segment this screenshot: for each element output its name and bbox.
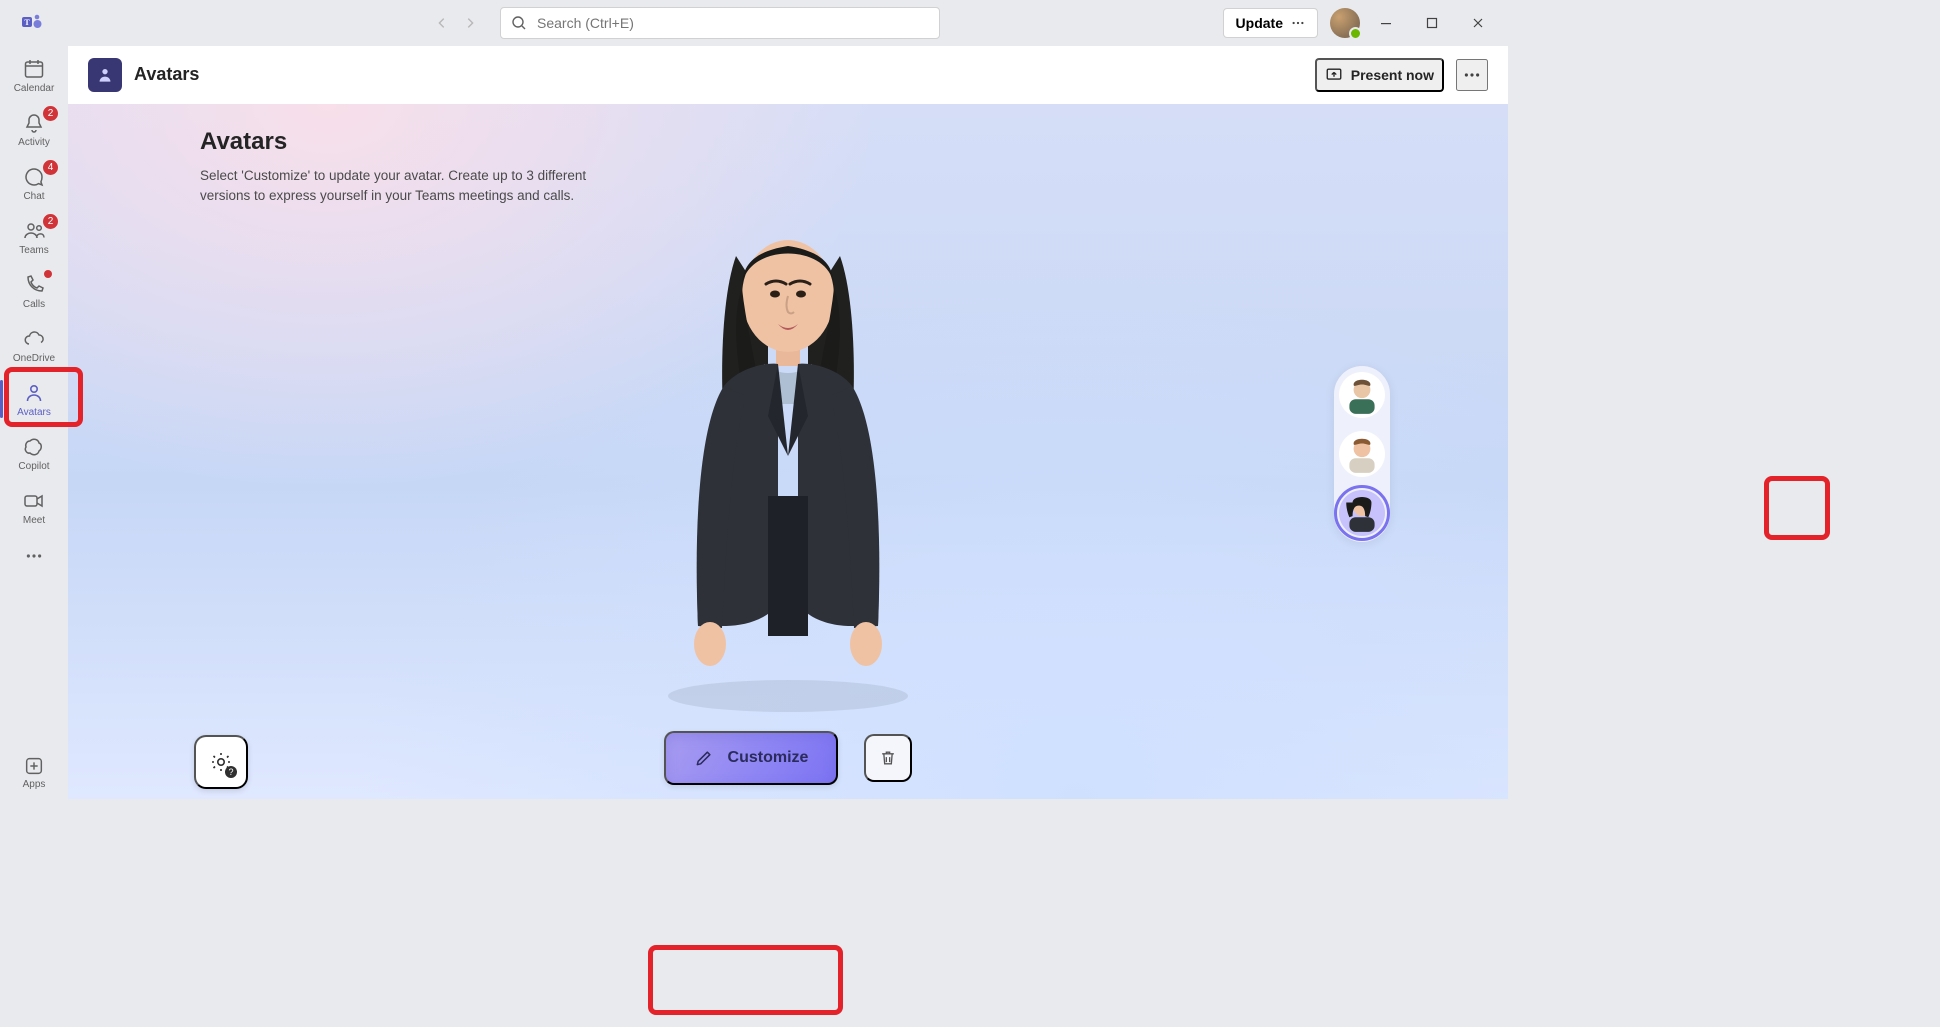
app-shell: Calendar 2 Activity 4 Chat 2 Teams xyxy=(0,46,1508,799)
window-maximize-button[interactable] xyxy=(1412,8,1452,38)
rail-label: Activity xyxy=(18,137,50,148)
title-bar-right: Update xyxy=(1223,8,1502,38)
rail-label: Copilot xyxy=(18,461,49,472)
back-button[interactable] xyxy=(428,9,456,37)
rail-item-calendar[interactable]: Calendar xyxy=(0,48,68,102)
apps-plus-icon xyxy=(23,755,45,777)
canvas-heading: Avatars xyxy=(200,128,620,156)
pencil-icon xyxy=(694,748,714,768)
annotation-highlight xyxy=(1764,476,1830,540)
trash-icon xyxy=(878,748,898,768)
rail-item-avatars[interactable]: Avatars xyxy=(0,372,68,426)
rail-label: Teams xyxy=(19,245,48,256)
rail-label: Meet xyxy=(23,515,45,526)
avatar-preview xyxy=(628,196,948,716)
rail-label: Apps xyxy=(23,779,46,790)
present-now-button[interactable]: Present now xyxy=(1315,58,1444,92)
title-bar: T Update xyxy=(0,0,1508,46)
avatars-app-tile-icon xyxy=(88,58,122,92)
page-header: Avatars Present now xyxy=(68,46,1508,104)
rail-item-activity[interactable]: 2 Activity xyxy=(0,102,68,156)
rail-label: Calendar xyxy=(14,83,55,94)
avatar-thumb-1[interactable] xyxy=(1339,372,1385,418)
rail-label: Calls xyxy=(23,299,45,310)
window-close-button[interactable] xyxy=(1458,8,1498,38)
update-button[interactable]: Update xyxy=(1223,8,1318,38)
customize-label: Customize xyxy=(728,749,809,767)
person-icon xyxy=(22,381,46,405)
profile-avatar[interactable] xyxy=(1330,8,1360,38)
canvas-description: Select 'Customize' to update your avatar… xyxy=(200,166,620,205)
badge: 2 xyxy=(43,214,58,229)
status-available-icon xyxy=(1349,27,1362,40)
avatars-canvas: Avatars Select 'Customize' to update you… xyxy=(68,104,1508,799)
rail-item-onedrive[interactable]: OneDrive xyxy=(0,318,68,372)
svg-text:T: T xyxy=(24,18,30,27)
avatar-thumb-2[interactable] xyxy=(1339,431,1385,477)
rail-label: OneDrive xyxy=(13,353,55,364)
rail-item-copilot[interactable]: Copilot xyxy=(0,426,68,480)
badge: 2 xyxy=(43,106,58,121)
rail-item-calls[interactable]: Calls xyxy=(0,264,68,318)
search-icon xyxy=(511,15,527,31)
cloud-icon xyxy=(22,327,46,351)
main-surface: Avatars Present now Avatars Select 'Cust… xyxy=(68,46,1508,799)
bottom-actions: Customize xyxy=(68,731,1508,785)
copilot-icon xyxy=(22,435,46,459)
calendar-icon xyxy=(22,57,46,81)
history-nav xyxy=(428,9,484,37)
rail-item-teams[interactable]: 2 Teams xyxy=(0,210,68,264)
rail-item-apps[interactable]: Apps xyxy=(0,745,68,799)
search-box[interactable] xyxy=(500,7,940,39)
delete-avatar-button[interactable] xyxy=(864,734,912,782)
more-horizontal-icon xyxy=(1291,16,1305,30)
rail-item-chat[interactable]: 4 Chat xyxy=(0,156,68,210)
rail-label: Chat xyxy=(23,191,44,202)
search-input[interactable] xyxy=(537,15,929,31)
avatar-illustration xyxy=(628,196,948,716)
teams-logo-icon: T xyxy=(16,7,48,39)
rail-item-meet[interactable]: Meet xyxy=(0,480,68,534)
page-more-button[interactable] xyxy=(1456,59,1488,91)
present-now-label: Present now xyxy=(1351,67,1434,83)
rail-label: Avatars xyxy=(17,407,51,418)
badge-dot xyxy=(44,270,52,278)
badge: 4 xyxy=(43,160,58,175)
avatar-thumbnails xyxy=(1334,366,1390,542)
left-rail: Calendar 2 Activity 4 Chat 2 Teams xyxy=(0,46,68,799)
phone-icon xyxy=(22,273,46,297)
video-icon xyxy=(22,489,46,513)
window-minimize-button[interactable] xyxy=(1366,8,1406,38)
update-button-label: Update xyxy=(1236,15,1283,31)
screen-share-icon xyxy=(1325,66,1343,84)
rail-more-button[interactable] xyxy=(0,534,68,578)
forward-button[interactable] xyxy=(456,9,484,37)
avatar-thumb-3[interactable] xyxy=(1339,490,1385,536)
page-title: Avatars xyxy=(134,64,199,85)
customize-button[interactable]: Customize xyxy=(664,731,839,785)
heading-block: Avatars Select 'Customize' to update you… xyxy=(200,128,620,205)
annotation-highlight xyxy=(648,945,843,1015)
